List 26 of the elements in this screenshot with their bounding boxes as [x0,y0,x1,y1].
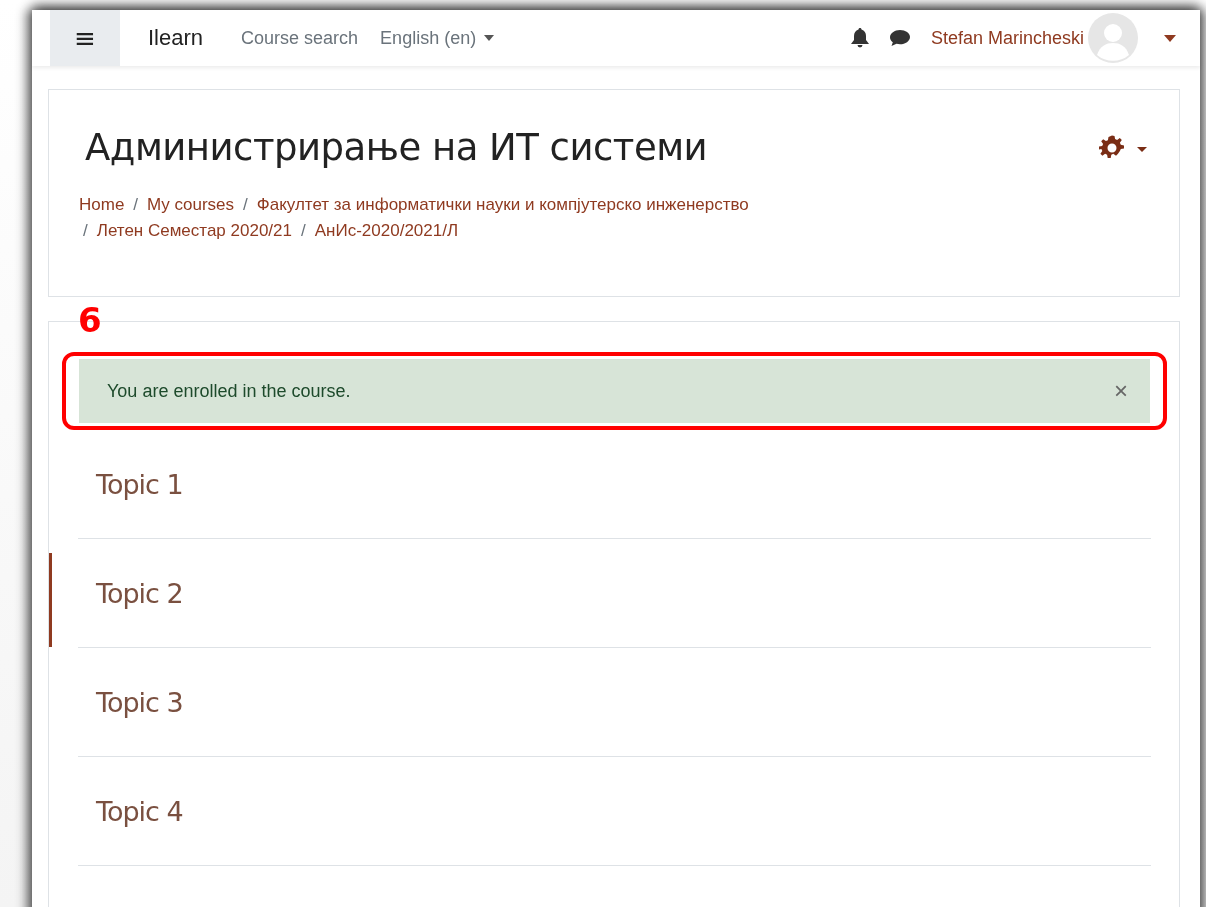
menu-button[interactable]: ≡ [50,10,120,66]
topic-title[interactable]: Topic 3 [96,686,183,718]
breadcrumb-link[interactable]: Home [79,195,125,215]
close-button[interactable]: × [1114,377,1128,405]
breadcrumb-link[interactable]: Факултет за информатички науки и компјутерско инженерство [256,195,749,215]
alert-message: You are enrolled in the course. [107,380,351,402]
breadcrumb-link[interactable]: My courses [147,195,234,215]
language-menu[interactable]: English (en) [380,27,495,49]
breadcrumb-separator: / [301,221,306,241]
site-name[interactable]: Ilearn [148,25,204,51]
bell-icon[interactable] [850,28,869,48]
breadcrumb-separator: / [243,195,248,215]
topic-title[interactable]: Topic 4 [96,795,183,827]
breadcrumb-link[interactable]: АнИс-2020/2021/Л [314,221,459,241]
user-name[interactable]: Stefan Marincheski [930,27,1084,49]
nav-link[interactable]: Course search [241,27,359,49]
topic-title[interactable]: Topic 2 [96,577,183,609]
caret-icon[interactable] [1164,34,1176,42]
breadcrumb-separator: / [133,195,139,215]
breadcrumb-separator: / [83,221,88,241]
breadcrumb-link[interactable]: Летен Семестар 2020/21 [96,221,292,241]
caret-icon[interactable] [484,35,495,41]
course-title: Администрирање на ИТ системи [85,126,708,169]
annotation-number: 6 [78,300,102,340]
topic-title[interactable]: Topic 1 [96,468,183,500]
chat-icon[interactable] [888,29,911,47]
